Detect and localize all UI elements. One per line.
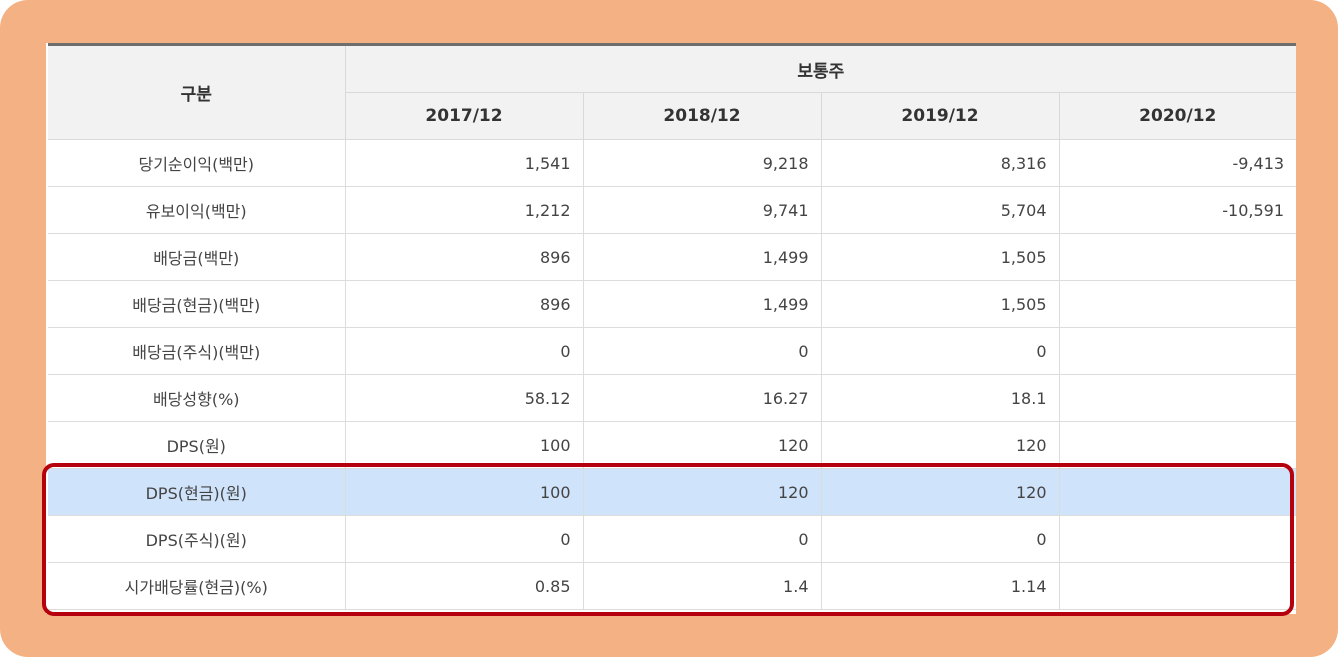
- table-row: 유보이익(백만) 1,212 9,741 5,704 -10,591: [48, 186, 1296, 234]
- year-header-2020: 2020/12: [1059, 92, 1296, 140]
- table-cell: 0: [345, 327, 584, 375]
- table-cell: 896: [345, 280, 584, 328]
- row-label: 시가배당률(현금)(%): [48, 562, 346, 610]
- table-row: DPS(원) 100 120 120: [48, 421, 1296, 469]
- table-cell: 0: [345, 515, 584, 563]
- table-cell: 100: [345, 468, 584, 516]
- table-cell: 1,212: [345, 186, 584, 234]
- table-cell: 9,218: [583, 139, 822, 187]
- table-cell: 120: [821, 468, 1060, 516]
- table-cell: 1,505: [821, 280, 1060, 328]
- table-row: 배당금(주식)(백만) 0 0 0: [48, 327, 1296, 375]
- row-label: 배당금(백만): [48, 233, 346, 281]
- dividend-table: 구분 보통주 2017/12 2018/12 2019/12 2020/12 당…: [48, 43, 1296, 610]
- table-cell: [1059, 468, 1296, 516]
- table-row: 배당금(현금)(백만) 896 1,499 1,505: [48, 280, 1296, 328]
- table-cell: [1059, 233, 1296, 281]
- table-cell: [1059, 327, 1296, 375]
- table-cell: 896: [345, 233, 584, 281]
- row-label: 배당금(주식)(백만): [48, 327, 346, 375]
- table-cell: [1059, 562, 1296, 610]
- table-cell: -10,591: [1059, 186, 1296, 234]
- table-cell: [1059, 515, 1296, 563]
- table-cell: 8,316: [821, 139, 1060, 187]
- table-cell: 5,704: [821, 186, 1060, 234]
- common-stock-header: 보통주: [345, 43, 1296, 93]
- row-label: 배당성향(%): [48, 374, 346, 422]
- table-row: 배당금(백만) 896 1,499 1,505: [48, 233, 1296, 281]
- table-cell: 1,541: [345, 139, 584, 187]
- year-header-2017: 2017/12: [345, 92, 584, 140]
- table-header-row-group: 구분 보통주: [48, 43, 1296, 140]
- row-label: DPS(주식)(원): [48, 515, 346, 563]
- table-row: 배당성향(%) 58.12 16.27 18.1: [48, 374, 1296, 422]
- table-cell: 1,499: [583, 233, 822, 281]
- row-label: 배당금(현금)(백만): [48, 280, 346, 328]
- table-cell: 1,499: [583, 280, 822, 328]
- table-cell: 0: [821, 515, 1060, 563]
- table-cell: 58.12: [345, 374, 584, 422]
- year-header-2018: 2018/12: [583, 92, 822, 140]
- table-cell: 18.1: [821, 374, 1060, 422]
- table-cell: [1059, 421, 1296, 469]
- table-row: 당기순이익(백만) 1,541 9,218 8,316 -9,413: [48, 139, 1296, 187]
- table-cell: 0: [583, 515, 822, 563]
- table-cell: 0.85: [345, 562, 584, 610]
- row-label: 당기순이익(백만): [48, 139, 346, 187]
- table-cell: 1,505: [821, 233, 1060, 281]
- table-cell: 120: [583, 421, 822, 469]
- table-cell: 120: [821, 421, 1060, 469]
- screenshot-frame: 구분 보통주 2017/12 2018/12 2019/12 2020/12 당…: [0, 0, 1338, 657]
- table-cell: 1.4: [583, 562, 822, 610]
- table-cell: 0: [821, 327, 1060, 375]
- table-row: 시가배당률(현금)(%) 0.85 1.4 1.14: [48, 562, 1296, 610]
- table-cell: 120: [583, 468, 822, 516]
- table-cell: 16.27: [583, 374, 822, 422]
- table-cell: 100: [345, 421, 584, 469]
- row-label: DPS(현금)(원): [48, 468, 346, 516]
- table-cell: [1059, 374, 1296, 422]
- table-cell: -9,413: [1059, 139, 1296, 187]
- table-cell: 1.14: [821, 562, 1060, 610]
- dividend-table-panel: 구분 보통주 2017/12 2018/12 2019/12 2020/12 당…: [46, 43, 1296, 614]
- table-cell: 0: [583, 327, 822, 375]
- year-header-2019: 2019/12: [821, 92, 1060, 140]
- row-label: DPS(원): [48, 421, 346, 469]
- table-cell: 9,741: [583, 186, 822, 234]
- table-row: DPS(주식)(원) 0 0 0: [48, 515, 1296, 563]
- table-row-highlighted: DPS(현금)(원) 100 120 120: [48, 468, 1296, 516]
- row-label: 유보이익(백만): [48, 186, 346, 234]
- category-header: 구분: [48, 43, 346, 140]
- table-cell: [1059, 280, 1296, 328]
